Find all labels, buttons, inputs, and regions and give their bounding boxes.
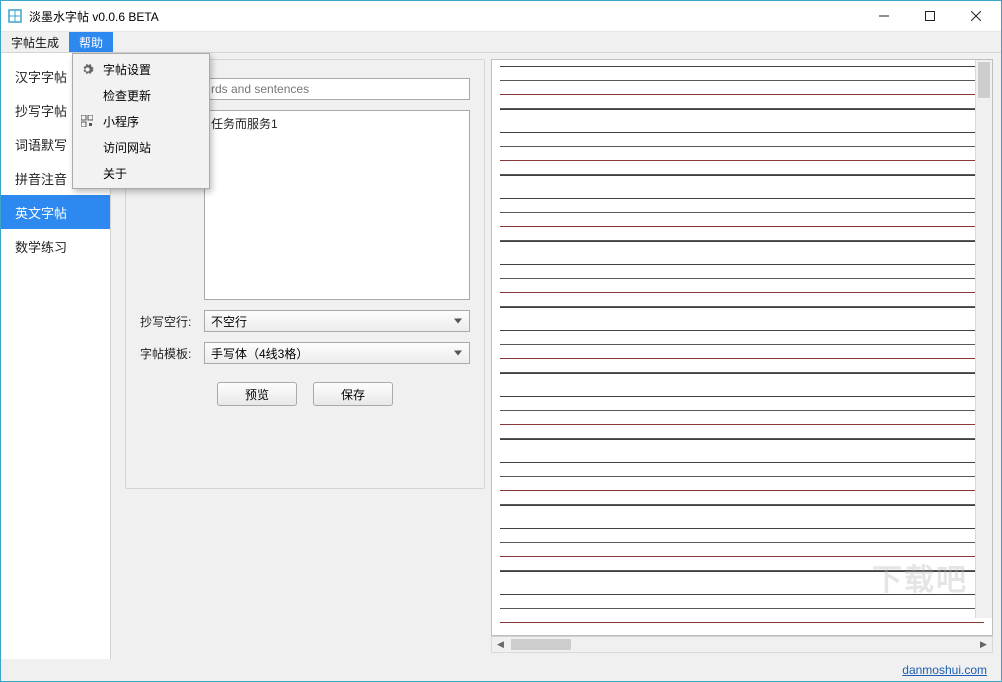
gear-icon xyxy=(75,63,99,76)
template-combo[interactable]: 手写体（4线3格） xyxy=(204,342,470,364)
ruled-lines xyxy=(500,66,984,636)
menu-check-update[interactable]: 检查更新 xyxy=(75,82,207,108)
menu-visit-website[interactable]: 访问网站 xyxy=(75,134,207,160)
preview-button[interactable]: 预览 xyxy=(217,382,297,406)
app-window: 淡墨水字帖 v0.0.6 BETA 字帖生成 帮助 字帖设置 检查更新 小程序 xyxy=(0,0,1002,682)
window-title: 淡墨水字帖 v0.0.6 BETA xyxy=(29,8,159,25)
menu-help[interactable]: 帮助 xyxy=(69,32,113,52)
sidebar-item-math[interactable]: 数学练习 xyxy=(1,229,110,263)
help-dropdown: 字帖设置 检查更新 小程序 访问网站 关于 xyxy=(72,53,210,189)
close-button[interactable] xyxy=(953,1,999,31)
maximize-button[interactable] xyxy=(907,1,953,31)
scroll-left-arrow[interactable]: ◀ xyxy=(492,637,509,652)
preview-canvas: 下载吧 xyxy=(491,59,993,636)
save-button[interactable]: 保存 xyxy=(313,382,393,406)
horizontal-scrollbar[interactable]: ◀ ▶ xyxy=(491,636,993,653)
content-textarea[interactable]: 任务而服务1 xyxy=(204,110,470,300)
title-input[interactable] xyxy=(204,78,470,100)
template-label: 字帖模板: xyxy=(140,345,204,362)
footer: danmoshui.com xyxy=(1,659,1001,681)
row-spacing-label: 抄写空行: xyxy=(140,313,204,330)
menu-generate[interactable]: 字帖生成 xyxy=(1,32,69,52)
menu-miniprogram[interactable]: 小程序 xyxy=(75,108,207,134)
menubar: 字帖生成 帮助 xyxy=(1,31,1001,53)
minimize-button[interactable] xyxy=(861,1,907,31)
preview-pane: 下载吧 ◀ ▶ xyxy=(491,53,1001,659)
titlebar: 淡墨水字帖 v0.0.6 BETA xyxy=(1,1,1001,31)
menu-settings[interactable]: 字帖设置 xyxy=(75,56,207,82)
sidebar-item-english[interactable]: 英文字帖 xyxy=(1,195,110,229)
scroll-right-arrow[interactable]: ▶ xyxy=(975,637,992,652)
vertical-scrollbar[interactable] xyxy=(975,60,992,618)
menu-about[interactable]: 关于 xyxy=(75,160,207,186)
app-icon xyxy=(7,8,23,24)
row-spacing-combo[interactable]: 不空行 xyxy=(204,310,470,332)
qr-icon xyxy=(75,115,99,127)
website-link[interactable]: danmoshui.com xyxy=(902,663,987,677)
